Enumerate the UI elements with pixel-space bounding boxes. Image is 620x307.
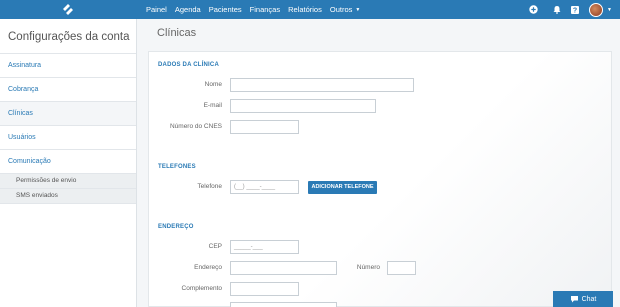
chevron-down-icon: ▼ <box>355 7 361 13</box>
user-avatar[interactable] <box>589 2 604 17</box>
top-icons: ? ▼ <box>520 0 612 19</box>
cnes-input[interactable] <box>230 120 299 134</box>
chat-label: Chat <box>581 295 597 303</box>
nav-financas[interactable]: Finanças <box>250 0 280 19</box>
page-title: Clínicas <box>157 27 197 39</box>
cep-input[interactable]: _____-___ <box>230 240 299 254</box>
sidebar-divider <box>0 203 136 204</box>
endereco-input[interactable] <box>230 261 337 275</box>
settings-sidebar: Configurações da conta Assinatura Cobran… <box>0 19 137 307</box>
nav-pacientes[interactable]: Pacientes <box>209 0 242 19</box>
main-nav: Painel Agenda Pacientes Finanças Relatór… <box>146 0 368 19</box>
numero-label: Número <box>356 264 380 271</box>
section-endereco: ENDEREÇO <box>158 224 194 230</box>
section-dados-clinica: DADOS DA CLÍNICA <box>158 62 219 68</box>
sidebar-subitem-sms[interactable]: SMS enviados <box>0 188 136 203</box>
complemento-label: Complemento <box>181 285 222 292</box>
nav-agenda[interactable]: Agenda <box>175 0 201 19</box>
complemento-input[interactable] <box>230 282 299 296</box>
top-navbar: Painel Agenda Pacientes Finanças Relatór… <box>0 0 620 19</box>
nav-outros-label: Outros <box>329 5 353 14</box>
sidebar-menu: Assinatura Cobrança Clínicas Usuários Co… <box>0 53 136 204</box>
sidebar-item-comunicacao[interactable]: Comunicação <box>0 149 136 173</box>
help-icon[interactable]: ? <box>570 5 579 14</box>
sidebar-item-usuarios[interactable]: Usuários <box>0 125 136 149</box>
sidebar-subitem-permissoes[interactable]: Permissões de envio <box>0 173 136 188</box>
app-logo[interactable] <box>0 0 137 19</box>
sidebar-item-cobranca[interactable]: Cobrança <box>0 77 136 101</box>
chat-button[interactable]: Chat <box>553 291 613 307</box>
svg-text:?: ? <box>572 7 576 14</box>
chevron-down-icon[interactable]: ▼ <box>607 7 612 13</box>
sidebar-title: Configurações da conta <box>8 31 130 43</box>
clinic-form-card: DADOS DA CLÍNICA Nome E-mail Número do C… <box>148 51 612 307</box>
sidebar-item-assinatura[interactable]: Assinatura <box>0 53 136 77</box>
nav-painel[interactable]: Painel <box>146 0 167 19</box>
chat-icon <box>570 296 578 303</box>
nome-input[interactable] <box>230 78 414 92</box>
email-input[interactable] <box>230 99 376 113</box>
telefone-input[interactable]: (__) ____-____ <box>230 180 299 194</box>
section-telefones: TELEFONES <box>158 164 196 170</box>
bell-icon[interactable] <box>552 5 561 14</box>
add-phone-button[interactable]: ADICIONAR TELEFONE <box>308 181 377 194</box>
numero-input[interactable] <box>387 261 416 275</box>
nav-relatorios[interactable]: Relatórios <box>288 0 322 19</box>
nav-outros[interactable]: Outros ▼ <box>330 0 360 19</box>
nome-label: Nome <box>204 81 222 88</box>
cep-label: CEP <box>208 243 222 250</box>
next-input-partial[interactable] <box>230 302 337 307</box>
endereco-label: Endereço <box>194 264 222 271</box>
cnes-label: Número do CNES <box>169 123 222 130</box>
email-label: E-mail <box>203 102 222 109</box>
plus-circle-icon[interactable] <box>529 5 538 14</box>
sidebar-item-clinicas[interactable]: Clínicas <box>0 101 136 125</box>
telefone-label: Telefone <box>197 183 222 190</box>
